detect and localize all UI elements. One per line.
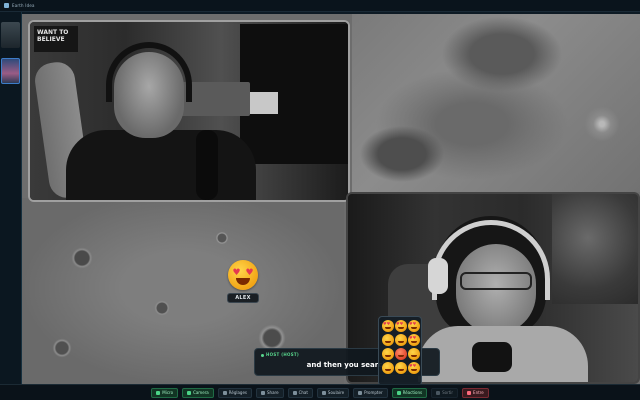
prompter-button[interactable]: Prompter xyxy=(353,387,388,398)
camera-icon xyxy=(187,390,192,395)
caption-speaker: HOST (HOST) xyxy=(261,352,299,357)
reactions-button[interactable]: Réactions xyxy=(391,387,428,398)
exit-button-secondary[interactable]: Sortir xyxy=(431,387,459,398)
video-stage: WANT TO BELIEVE ♥ ♥ ALEX HOST (HOST) and… xyxy=(22,14,640,384)
mic-button[interactable]: Micro xyxy=(151,387,179,398)
speaking-dot-icon xyxy=(261,353,264,357)
leave-call-button[interactable]: Entre xyxy=(462,387,489,398)
wall-sign: WANT TO BELIEVE xyxy=(34,26,78,52)
camera-button[interactable]: Camera xyxy=(182,387,214,398)
gear-icon xyxy=(222,390,227,395)
title-bar: Earth Idea xyxy=(0,0,640,12)
microphone xyxy=(196,130,218,200)
share-icon xyxy=(261,390,266,395)
video-tile-alex[interactable]: WANT TO BELIEVE xyxy=(28,20,350,202)
angry-emoji-icon[interactable] xyxy=(395,348,407,360)
smile-emoji-icon[interactable] xyxy=(382,362,394,374)
heart-eyes-emoji-icon[interactable] xyxy=(408,320,420,332)
smile-emoji-icon[interactable] xyxy=(382,334,394,346)
heart-eyes-emoji-avatar[interactable]: ♥ ♥ xyxy=(228,260,258,290)
smile-emoji-icon[interactable] xyxy=(395,334,407,346)
heart-eyes-emoji-icon[interactable] xyxy=(408,362,420,374)
microphone xyxy=(472,342,512,372)
heart-eyes-emoji-icon[interactable] xyxy=(382,320,394,332)
app-menu-icon[interactable] xyxy=(4,3,9,8)
soundsets-button[interactable]: Soulaire xyxy=(316,387,350,398)
participant-thumbnail[interactable] xyxy=(1,22,20,48)
microphone-icon xyxy=(156,390,161,395)
door-icon xyxy=(436,390,441,395)
participant-name-tag: ALEX xyxy=(227,293,259,303)
document-icon xyxy=(358,390,363,395)
call-toolbar: Micro Camera Réglages Share Chat Soulair… xyxy=(0,384,640,400)
app-title: Earth Idea xyxy=(12,3,35,8)
heart-eyes-emoji-icon[interactable] xyxy=(408,334,420,346)
chat-icon xyxy=(292,390,297,395)
smile-emoji-icon[interactable] xyxy=(395,362,407,374)
participant-thumbnail-active[interactable] xyxy=(1,58,20,84)
smile-emoji-icon[interactable] xyxy=(408,348,420,360)
share-button[interactable]: Share xyxy=(256,387,284,398)
emoji-picker xyxy=(378,316,422,384)
phone-hangup-icon xyxy=(467,390,472,395)
music-icon xyxy=(321,390,326,395)
app-window: Earth Idea WANT TO BELIEVE ♥ ♥ ALEX HOST… xyxy=(0,0,640,400)
moon-surface-background xyxy=(352,14,640,192)
chat-button[interactable]: Chat xyxy=(287,387,313,398)
heart-eyes-emoji-icon[interactable] xyxy=(395,320,407,332)
smile-emoji-icon[interactable] xyxy=(382,348,394,360)
participant-rail xyxy=(0,12,22,386)
settings-button[interactable]: Réglages xyxy=(217,387,253,398)
smile-icon xyxy=(396,390,401,395)
